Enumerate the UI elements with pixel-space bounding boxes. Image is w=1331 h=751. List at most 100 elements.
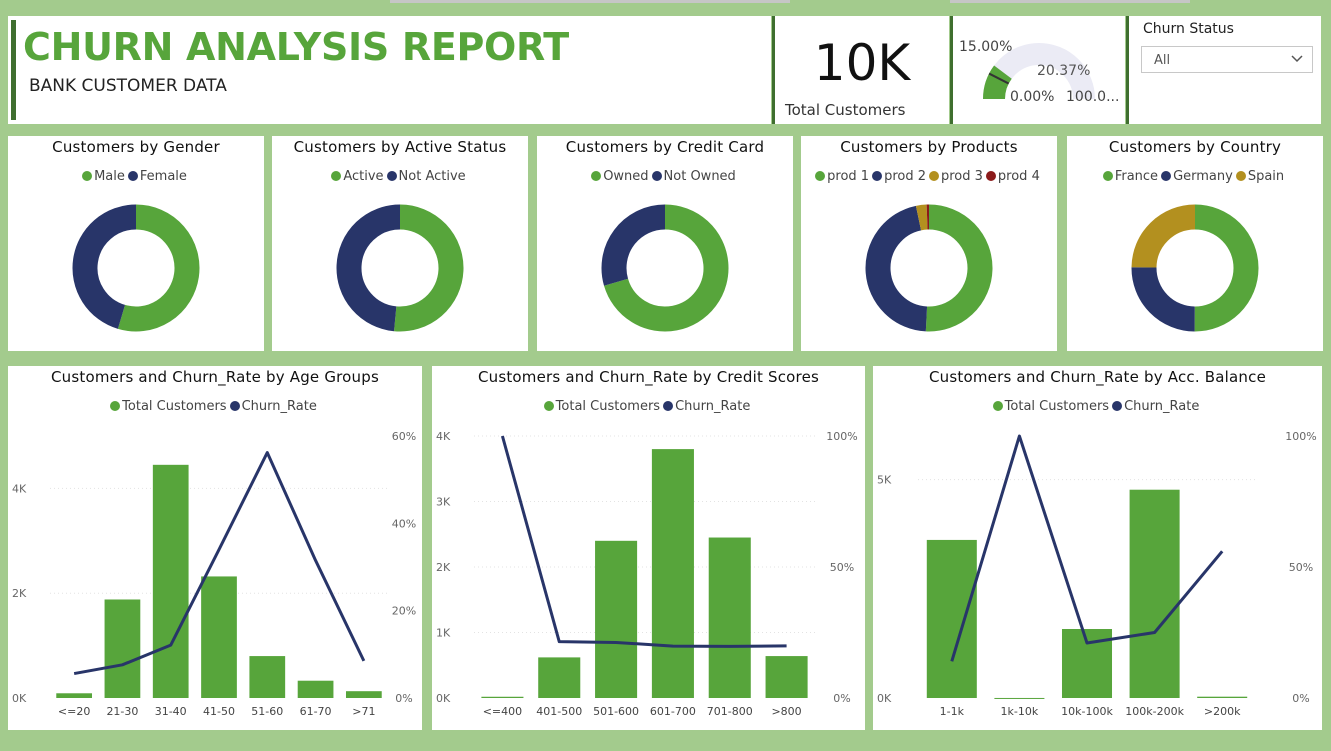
donut-slice-spain[interactable] xyxy=(1131,204,1196,269)
legend-dot-icon xyxy=(929,171,939,181)
legend-item-prod-4[interactable]: prod 4 xyxy=(985,169,1040,184)
bar-31-40[interactable] xyxy=(152,464,189,698)
legend-dot-icon xyxy=(872,171,883,181)
legend-item-prod-3[interactable]: prod 3 xyxy=(929,169,983,184)
legend-item-spain[interactable]: Spain xyxy=(1235,169,1285,184)
x-tick-label: 401-500 xyxy=(536,705,582,718)
chevron-down-icon xyxy=(1290,50,1304,69)
bar-21-30[interactable] xyxy=(104,599,141,698)
x-tick-label: >800 xyxy=(771,705,801,718)
bar-100k-200k[interactable] xyxy=(1129,489,1180,698)
chart-title: Customers by Credit Card xyxy=(565,138,765,156)
legend-item-female[interactable]: Female xyxy=(127,169,187,184)
legend-dot-icon xyxy=(1235,171,1246,181)
bar-1k-10k[interactable] xyxy=(994,697,1045,699)
gauge-min-label: 0.00% xyxy=(1010,89,1055,105)
x-tick-label: 61-70 xyxy=(300,705,332,718)
bar-51-60[interactable] xyxy=(249,656,286,698)
legend-item-germany[interactable]: Germany xyxy=(1161,169,1233,184)
churn-rate-line[interactable] xyxy=(950,434,1224,662)
legend-dot-icon xyxy=(815,171,826,181)
legend-item-active[interactable]: Active xyxy=(331,169,384,184)
donut-slice-prod-3[interactable] xyxy=(915,204,928,231)
donut-slice-not-active[interactable] xyxy=(336,204,401,332)
combo-chart: 0K 2K 4K 0% 20% 40% 60% <=20 21-30 31-40 41-50 51-6… xyxy=(12,430,416,718)
bar-71[interactable] xyxy=(345,691,382,698)
chart-legend: prod 1 prod 2 prod 3 prod 4 xyxy=(801,169,1057,184)
filter-label: Churn Status xyxy=(1143,21,1234,37)
donut-slice-prod-2[interactable] xyxy=(865,205,928,332)
legend-label: prod 2 xyxy=(884,169,926,184)
legend-label: Germany xyxy=(1173,169,1233,184)
legend-item-owned[interactable]: Owned xyxy=(591,169,649,184)
donut-slice-prod-1[interactable] xyxy=(925,204,993,332)
chart-title: Customers by Products xyxy=(840,138,1018,156)
x-tick-label: 701-800 xyxy=(707,705,753,718)
bar-400[interactable] xyxy=(481,696,524,698)
legend-item-france[interactable]: France xyxy=(1102,169,1159,184)
x-tick-label: >71 xyxy=(352,705,375,718)
bar-1-1k[interactable] xyxy=(926,539,977,698)
donut-slice-not-owned[interactable] xyxy=(601,204,666,286)
bar-41-50[interactable] xyxy=(201,576,237,698)
donut-slice-male[interactable] xyxy=(117,204,200,332)
legend-label: France xyxy=(1114,169,1159,184)
donut-slice-female[interactable] xyxy=(72,204,137,329)
donut-slice-active[interactable] xyxy=(394,204,464,332)
gauge-card: 15.00% 20.37% 0.00% 100.0... xyxy=(950,16,1125,124)
page-title: CHURN ANALYSIS REPORT xyxy=(23,25,569,69)
combo-chart: 0K 1K 2K 3K 4K 0% 50% 100% <=400 401-500 501-600 60… xyxy=(436,430,858,718)
gauge-max-label: 100.0... xyxy=(1066,89,1120,105)
combo-card-customers-and-churn-rate-by-age-groups: Customers and Churn_Rate by Age Groups To… xyxy=(8,366,422,730)
y-tick-label: 4K xyxy=(436,430,451,443)
donut-card-customers-by-credit-card: Customers by Credit Card Owned Not Owned xyxy=(537,136,793,351)
donut-card-customers-by-products: Customers by Products prod 1 prod 2 prod 3p… xyxy=(801,136,1057,351)
y2-tick-label: 100% xyxy=(1285,430,1316,443)
y2-tick-label: 0% xyxy=(395,692,412,705)
bar-701-800[interactable] xyxy=(708,537,751,698)
churn-status-dropdown[interactable]: All xyxy=(1141,46,1313,73)
top-strip-segment xyxy=(950,0,1190,3)
legend-item-not-active[interactable]: Not Active xyxy=(386,169,466,184)
donut-card-customers-by-country: Customers by Country France Germany Spain xyxy=(1067,136,1323,351)
x-tick-label: 51-60 xyxy=(251,705,283,718)
y2-tick-label: 50% xyxy=(830,561,854,574)
legend-dot-icon xyxy=(1102,171,1113,181)
y2-tick-label: 20% xyxy=(392,605,416,618)
bar-401-500[interactable] xyxy=(538,657,581,698)
bar-20[interactable] xyxy=(56,693,93,698)
legend-label: prod 3 xyxy=(941,169,983,184)
bar-800[interactable] xyxy=(765,656,808,698)
legend-item-not-owned[interactable]: Not Owned xyxy=(651,169,736,184)
legend-label: Owned xyxy=(603,169,649,184)
y-tick-label: 0K xyxy=(436,692,451,705)
chart-legend: Owned Not Owned xyxy=(537,169,793,184)
header-accent-bar xyxy=(11,20,16,120)
x-tick-label: 10k-100k xyxy=(1061,705,1113,718)
header-panel: CHURN ANALYSIS REPORT BANK CUSTOMER DATA xyxy=(8,16,771,124)
gauge-value-label: 20.37% xyxy=(1037,63,1091,79)
bar-200k[interactable] xyxy=(1197,696,1248,698)
bar-501-600[interactable] xyxy=(595,540,638,698)
y-tick-label: 0K xyxy=(12,692,27,705)
donut-slice-germany[interactable] xyxy=(1131,266,1196,332)
legend-label: Spain xyxy=(1247,169,1285,184)
legend-item-prod-2[interactable]: prod 2 xyxy=(872,169,926,184)
combo-card-customers-and-churn-rate-by-acc-balance: Customers and Churn_Rate by Acc. Balance… xyxy=(873,366,1322,730)
legend-label: Not Active xyxy=(398,169,466,184)
x-tick-label: <=400 xyxy=(483,705,522,718)
legend-item-prod-1[interactable]: prod 1 xyxy=(815,169,869,184)
y-tick-label: 2K xyxy=(436,561,451,574)
legend-label: Male xyxy=(94,169,125,184)
donut-slice-france[interactable] xyxy=(1194,204,1259,332)
bar-61-70[interactable] xyxy=(297,680,334,698)
bar-601-700[interactable] xyxy=(651,449,694,698)
legend-label: Not Owned xyxy=(663,169,736,184)
legend-label: prod 4 xyxy=(997,169,1040,184)
y2-tick-label: 50% xyxy=(1289,561,1313,574)
donut-chart xyxy=(336,204,464,332)
legend-item-male[interactable]: Male xyxy=(82,169,125,184)
x-tick-label: 501-600 xyxy=(593,705,639,718)
x-tick-label: 41-50 xyxy=(203,705,235,718)
donut-chart xyxy=(601,204,729,332)
